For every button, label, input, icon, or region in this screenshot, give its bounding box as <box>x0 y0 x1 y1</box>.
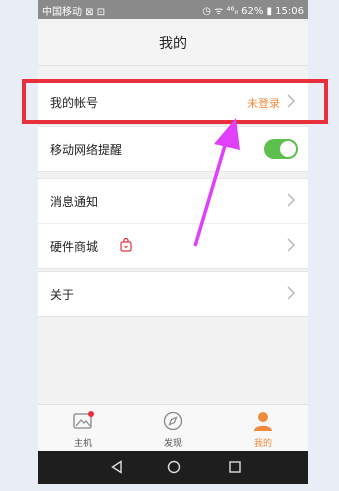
about-group: 关于 <box>38 271 308 317</box>
hardware-shop-row[interactable]: 硬件商城 <box>38 223 308 268</box>
page-title: 我的 <box>159 36 187 52</box>
shopping-bag-icon <box>120 238 132 252</box>
mobile-network-toggle[interactable] <box>264 139 298 159</box>
tab-mine-label: 我的 <box>253 439 272 449</box>
recents-icon[interactable] <box>228 460 242 474</box>
nav-bar: 我的 <box>38 19 308 66</box>
account-highlight-box <box>22 79 328 124</box>
bottom-margin <box>0 484 339 491</box>
home-icon[interactable] <box>167 460 181 474</box>
tab-discover-label: 发现 <box>163 439 182 449</box>
chevron-right-icon <box>287 286 295 300</box>
settings-group: 消息通知 硬件商城 <box>38 178 308 269</box>
bottom-tab-bar: 主机 发现 我的 <box>38 404 308 452</box>
network-group: 移动网络提醒 <box>38 126 308 172</box>
carrier-text: 中国移动 ⊠ ⊡ <box>42 7 106 18</box>
image-icon <box>73 411 94 429</box>
toggle-knob <box>280 141 296 157</box>
tab-host[interactable]: 主机 <box>38 405 128 452</box>
tab-discover[interactable]: 发现 <box>128 405 218 452</box>
about-row[interactable]: 关于 <box>38 272 308 316</box>
message-notify-label: 消息通知 <box>50 195 99 209</box>
compass-icon <box>163 411 183 431</box>
hardware-shop-label: 硬件商城 <box>50 240 99 254</box>
status-bar: 中国移动 ⊠ ⊡ ◷ ᯤ ⁴⁶ᵢₗ 62% ▮ 15:06 <box>38 0 308 19</box>
person-icon <box>254 412 272 431</box>
chevron-right-icon <box>287 193 295 207</box>
right-margin <box>308 0 339 491</box>
mobile-network-row: 移动网络提醒 <box>38 127 308 171</box>
mobile-network-label: 移动网络提醒 <box>50 143 123 157</box>
phone-screen: 中国移动 ⊠ ⊡ ◷ ᯤ ⁴⁶ᵢₗ 62% ▮ 15:06 我的 我的帐号 未登… <box>38 0 308 484</box>
chevron-right-icon <box>287 238 295 252</box>
left-margin <box>0 0 38 491</box>
tab-host-label: 主机 <box>73 439 92 449</box>
status-right-text: ◷ ᯤ ⁴⁶ᵢₗ 62% ▮ 15:06 <box>202 6 304 17</box>
about-label: 关于 <box>50 288 75 302</box>
tab-mine[interactable]: 我的 <box>218 405 308 452</box>
back-icon[interactable] <box>110 460 124 474</box>
message-notify-row[interactable]: 消息通知 <box>38 179 308 223</box>
system-nav-bar <box>38 451 308 484</box>
